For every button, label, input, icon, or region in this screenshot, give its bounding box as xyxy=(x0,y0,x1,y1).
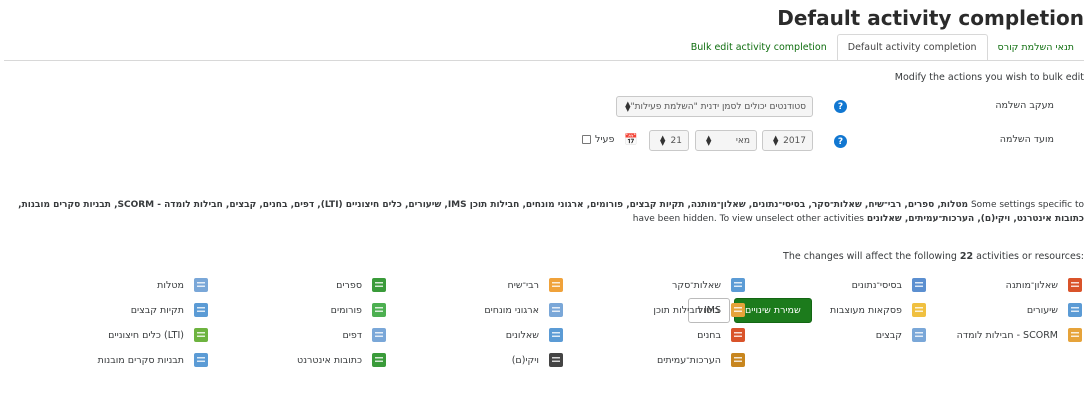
module-item[interactable]: ארגוני מונחים xyxy=(484,300,565,320)
module-name: רבי־שיח xyxy=(507,279,539,291)
module-name: חבילות לומדה - SCORM xyxy=(956,329,1058,341)
completion-tracking-value: סטודנטים יכולים לסמן ידנית "השלמת פעילות… xyxy=(630,101,807,112)
module-item[interactable]: ספרים xyxy=(336,275,388,295)
hidden-settings-notice: Some settings specific to מטלות, ספרים, … xyxy=(4,198,1084,226)
select-caret-icon: ▲ ▼ xyxy=(773,133,779,147)
month-select[interactable]: מאי ▲ ▼ xyxy=(695,130,757,151)
label-icon xyxy=(910,301,928,319)
help-icon[interactable]: ? xyxy=(834,135,847,148)
lti-icon xyxy=(192,326,210,344)
module-item[interactable]: תבניות סקרים מובנות xyxy=(98,350,210,370)
notice-prefix: Some settings specific to xyxy=(970,200,1084,210)
module-name: חבילות תוכן IMS xyxy=(653,304,721,316)
module-name: פסקאות מעוצבות xyxy=(830,304,902,316)
module-name: דפים xyxy=(342,329,362,341)
file-icon xyxy=(910,326,928,344)
module-item[interactable]: פסקאות מעוצבות xyxy=(830,300,928,320)
feedback-icon xyxy=(1066,276,1084,294)
questionnaire-icon xyxy=(547,326,565,344)
tab-default-activity-completion[interactable]: Default activity completion xyxy=(836,34,988,61)
module-item[interactable]: הערכות־עמיתים xyxy=(657,350,747,370)
tab-bar: תנאי השלמת קורס Default activity complet… xyxy=(681,34,1084,61)
module-name: שאלון־מותנה xyxy=(1005,279,1058,291)
module-item[interactable]: קבצים xyxy=(876,325,928,345)
wiki-icon xyxy=(547,351,565,369)
page-icon xyxy=(370,326,388,344)
imscp-icon xyxy=(729,301,747,319)
module-item[interactable]: תקיות קבצים xyxy=(131,300,210,320)
enable-checkbox-group[interactable]: פעיל xyxy=(582,134,614,145)
quiz-icon xyxy=(729,326,747,344)
module-name: מטלות xyxy=(157,279,184,291)
page-title: Default activity completion xyxy=(777,6,1084,30)
tab-divider xyxy=(4,60,1084,61)
forum-icon xyxy=(370,301,388,319)
module-name: קבצים xyxy=(875,329,902,341)
module-name: כתובות אינטרנט xyxy=(297,354,362,366)
enable-label: פעיל xyxy=(595,134,615,145)
completion-expected-label: מועד השלמה xyxy=(999,134,1054,145)
database-icon xyxy=(910,276,928,294)
tab-bulk-edit[interactable]: Bulk edit activity completion xyxy=(681,34,837,61)
enable-checkbox[interactable] xyxy=(582,135,591,144)
lesson-icon xyxy=(1066,301,1084,319)
module-item[interactable]: שאלונים xyxy=(506,325,565,345)
module-name: בסיסי־נתונים xyxy=(851,279,902,291)
completion-tracking-label: מעקב השלמה xyxy=(995,100,1054,111)
workshop-icon xyxy=(729,351,747,369)
year-select[interactable]: 2017 ▲ ▼ xyxy=(762,130,813,151)
help-icon[interactable]: ? xyxy=(834,100,847,113)
module-item[interactable]: חבילות תוכן IMS xyxy=(653,300,747,320)
module-name: תבניות סקרים מובנות xyxy=(97,354,184,366)
tab-course-completion[interactable]: תנאי השלמת קורס xyxy=(988,34,1084,61)
url-icon xyxy=(370,351,388,369)
module-item[interactable]: מטלות xyxy=(157,275,210,295)
scorm-icon xyxy=(1066,326,1084,344)
module-name: פורומים xyxy=(330,304,362,316)
module-item[interactable]: שאלון־מותנה xyxy=(1006,275,1084,295)
module-item[interactable]: בחנים xyxy=(697,325,747,345)
affect-summary: The changes will affect the following 22… xyxy=(783,251,1084,262)
module-name: שאלות־סקר xyxy=(671,279,721,291)
module-name: ספרים xyxy=(336,279,362,291)
affect-count: 22 xyxy=(959,251,974,262)
day-select[interactable]: 21 ▲ ▼ xyxy=(649,130,689,151)
module-item[interactable]: פורומים xyxy=(331,300,388,320)
module-name: הערכות־עמיתים xyxy=(657,354,721,366)
module-item[interactable]: כתובות אינטרנט xyxy=(297,350,388,370)
module-name: כלים חיצוניים (LTI) xyxy=(108,329,184,341)
folder-icon xyxy=(192,301,210,319)
module-name: תקיות קבצים xyxy=(130,304,184,316)
module-name: בחנים xyxy=(697,329,721,341)
module-name: ויקי(ם) xyxy=(511,354,539,366)
module-item[interactable]: בסיסי־נתונים xyxy=(852,275,928,295)
assignment-icon xyxy=(192,276,210,294)
chat-icon xyxy=(547,276,565,294)
module-item[interactable]: ויקי(ם) xyxy=(512,350,565,370)
module-name: ארגוני מונחים xyxy=(484,304,539,316)
select-caret-icon: ▲ ▼ xyxy=(706,133,712,147)
select-caret-icon: ▲ ▼ xyxy=(660,133,666,147)
module-item[interactable]: דפים xyxy=(342,325,388,345)
intro-text: Modify the actions you wish to bulk edit xyxy=(894,72,1084,83)
calendar-icon[interactable]: 📅 xyxy=(624,133,638,146)
module-name: שיעורים xyxy=(1026,304,1058,316)
survey-icon xyxy=(192,351,210,369)
module-item[interactable]: שאלות־סקר xyxy=(672,275,747,295)
completion-tracking-select[interactable]: סטודנטים יכולים לסמן ידנית "השלמת פעילות… xyxy=(616,96,813,117)
module-name: שאלונים xyxy=(505,329,539,341)
module-item[interactable]: שיעורים xyxy=(1027,300,1084,320)
book-icon xyxy=(370,276,388,294)
module-item[interactable]: כלים חיצוניים (LTI) xyxy=(108,325,210,345)
choice-icon xyxy=(729,276,747,294)
select-caret-icon: ▲ ▼ xyxy=(625,99,631,113)
notice-suffix: have been hidden. To view unselect other… xyxy=(632,214,864,224)
module-item[interactable]: רבי־שיח xyxy=(508,275,565,295)
notice-modules: מטלות, ספרים, רבי־שיח, שאלות־סקר, בסיסי־… xyxy=(18,200,1084,224)
glossary-icon xyxy=(547,301,565,319)
module-item[interactable]: חבילות לומדה - SCORM xyxy=(957,325,1084,345)
